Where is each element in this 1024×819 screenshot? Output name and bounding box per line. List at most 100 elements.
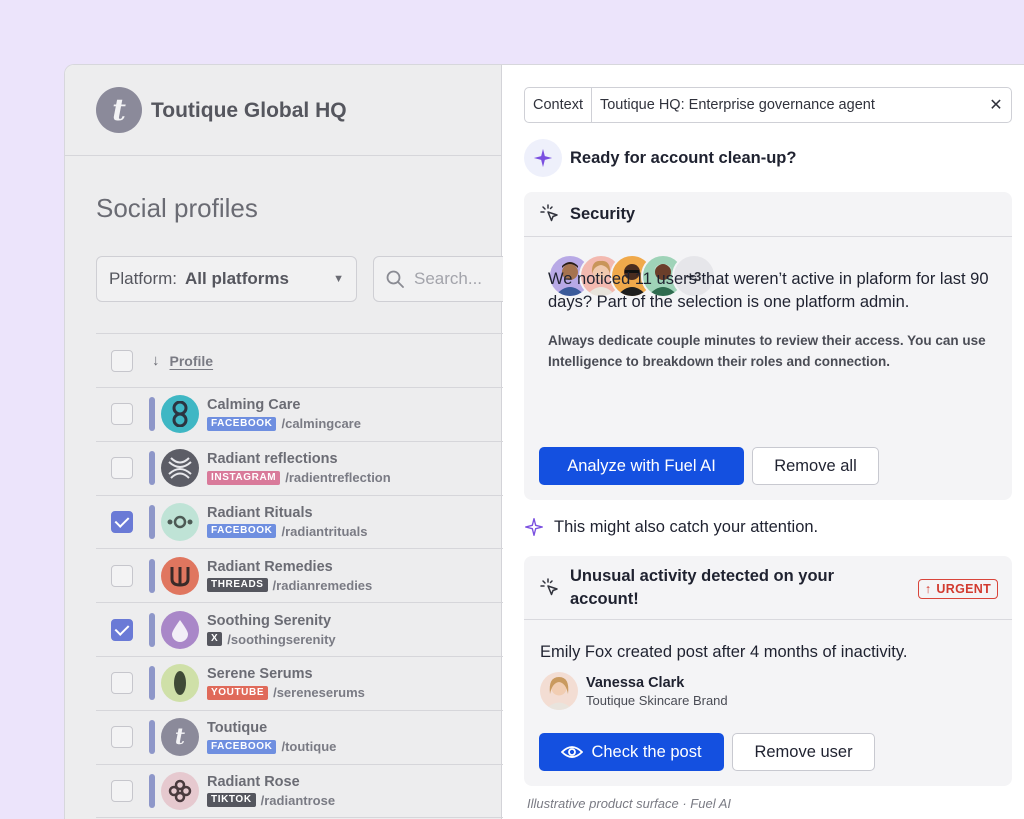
user-avatar — [540, 672, 578, 710]
sort-down-icon[interactable]: ↓ — [152, 352, 160, 369]
row-checkbox[interactable] — [111, 618, 133, 641]
activity-message: Emily Fox created post after 4 months of… — [540, 643, 908, 661]
table-row[interactable]: Calming Care FACEBOOK /calmingcare — [96, 388, 516, 442]
profile-name: Radiant reflections — [207, 451, 338, 468]
security-note: Always dedicate couple minutes to review… — [548, 333, 986, 369]
profile-handle: /toutique — [281, 739, 337, 755]
security-card: Security +3 We noticed 11 users that wer… — [524, 192, 1012, 500]
assistant-panel: Context Toutique HQ: Enterprise governan… — [503, 65, 1024, 819]
profile-avatar — [161, 610, 199, 649]
select-all-checkbox[interactable] — [111, 349, 133, 372]
profile-name: Radiant Remedies — [207, 558, 333, 575]
context-label: Context — [525, 88, 592, 122]
user-info-row: Vanessa Clark Toutique Skincare Brand — [540, 672, 728, 710]
org-name: Toutique Global HQ — [151, 99, 347, 122]
profile-avatar — [161, 556, 199, 595]
attention-header: This might also catch your attention. — [524, 517, 818, 537]
platform-badge: FACEBOOK — [207, 739, 277, 754]
user-org: Toutique Skincare Brand — [586, 692, 728, 708]
search-icon — [386, 270, 404, 288]
table-row[interactable]: Soothing Serenity X /soothingserenity — [96, 603, 516, 657]
table-row[interactable]: t Toutique FACEBOOK /toutique — [96, 711, 516, 765]
search-placeholder: Search... — [414, 269, 483, 288]
analyze-button[interactable]: Analyze with Fuel AI — [539, 447, 744, 485]
urgent-label: URGENT — [936, 582, 991, 596]
security-title: Security — [570, 204, 636, 223]
check-post-button[interactable]: Check the post — [539, 733, 724, 771]
profiles-table: ↓ Profile Calming Care FACEBOOK /calming… — [96, 333, 516, 819]
table-row[interactable]: Radiant Remedies THREADS /radianremedies — [96, 549, 516, 604]
org-logo: t — [96, 87, 142, 133]
attention-text: This might also catch your attention. — [554, 517, 819, 536]
platform-badge: YOUTUBE — [207, 685, 269, 700]
arrow-up-icon: ↑ — [924, 582, 932, 596]
cursor-click-icon — [540, 577, 558, 595]
context-value: Toutique HQ: Enterprise governance agent — [599, 97, 875, 113]
row-accent-bar — [149, 773, 155, 808]
urgent-badge: ↑ URGENT — [917, 579, 998, 599]
table-row[interactable]: Radiant reflections INSTAGRAM /radientre… — [96, 442, 516, 496]
profile-avatar — [161, 395, 199, 434]
platform-badge: THREADS — [207, 578, 268, 593]
row-checkbox[interactable] — [111, 726, 133, 749]
profile-handle: /radianremedies — [272, 577, 373, 593]
table-row[interactable]: Radiant Rituals FACEBOOK /radiantrituals — [96, 496, 516, 550]
org-header: t Toutique Global HQ — [65, 65, 501, 156]
row-accent-bar — [149, 720, 155, 755]
greeting-text: Ready for account clean-up? — [570, 148, 797, 167]
row-accent-bar — [149, 666, 155, 701]
platform-filter-select[interactable]: Platform: All platforms ▼ — [96, 256, 357, 302]
table-header: ↓ Profile — [96, 334, 516, 388]
activity-title: Unusual activity detected on your accoun… — [570, 566, 835, 608]
row-accent-bar — [149, 397, 155, 432]
row-checkbox[interactable] — [111, 457, 133, 480]
profile-handle: /radiantrose — [260, 792, 336, 808]
profile-name: Calming Care — [207, 397, 301, 414]
cursor-click-icon — [540, 204, 558, 222]
row-checkbox[interactable] — [111, 564, 133, 587]
platform-badge: INSTAGRAM — [207, 470, 281, 485]
footer-caption: Illustrative product surface · Fuel AI — [527, 796, 731, 811]
profile-handle: /radiantrituals — [281, 523, 368, 539]
sparkle-icon — [524, 139, 562, 177]
table-row[interactable]: Radiant Rose TIKTOK /radiantrose — [96, 765, 516, 819]
security-card-header: Security — [524, 192, 1012, 237]
profile-column-header[interactable]: Profile — [170, 353, 214, 369]
profile-handle: /soothingserenity — [227, 631, 336, 647]
profiles-pane: t Toutique Global HQ Social profiles Pla… — [65, 65, 516, 819]
filter-label: Platform: — [109, 269, 178, 288]
profile-avatar — [161, 502, 199, 541]
row-accent-bar — [149, 558, 155, 593]
profile-avatar — [161, 664, 199, 703]
eye-icon — [561, 746, 584, 758]
platform-badge: TIKTOK — [207, 793, 256, 808]
remove-user-button[interactable]: Remove user — [732, 733, 875, 771]
profile-name: Radiant Rituals — [207, 504, 313, 521]
check-post-label: Check the post — [591, 742, 702, 761]
chevron-down-icon: ▼ — [333, 273, 344, 285]
platform-badge: X — [207, 632, 223, 647]
remove-all-button[interactable]: Remove all — [752, 447, 879, 485]
app-window: t Toutique Global HQ Social profiles Pla… — [64, 64, 1024, 819]
activity-card: Unusual activity detected on your accoun… — [524, 556, 1012, 786]
profile-name: Soothing Serenity — [207, 612, 332, 629]
platform-badge: FACEBOOK — [207, 416, 277, 431]
profile-name: Radiant Rose — [207, 773, 300, 790]
row-checkbox[interactable] — [111, 510, 133, 533]
table-row[interactable]: Serene Serums YOUTUBE /sereneserums — [96, 657, 516, 711]
row-accent-bar — [149, 451, 155, 486]
row-checkbox[interactable] — [111, 672, 133, 695]
search-input[interactable]: Search... — [373, 256, 513, 302]
row-accent-bar — [149, 612, 155, 647]
close-icon[interactable]: ✕ — [981, 95, 1011, 115]
profile-handle: /calmingcare — [281, 416, 361, 432]
platform-badge: FACEBOOK — [207, 524, 277, 539]
row-checkbox[interactable] — [111, 403, 133, 426]
user-name: Vanessa Clark — [586, 674, 685, 691]
profile-handle: /sereneserums — [273, 685, 365, 701]
profile-avatar: t — [161, 718, 199, 757]
row-checkbox[interactable] — [111, 779, 133, 802]
profile-avatar — [161, 449, 199, 488]
profile-name: Toutique — [207, 720, 268, 737]
activity-card-header: Unusual activity detected on your accoun… — [524, 556, 1012, 620]
